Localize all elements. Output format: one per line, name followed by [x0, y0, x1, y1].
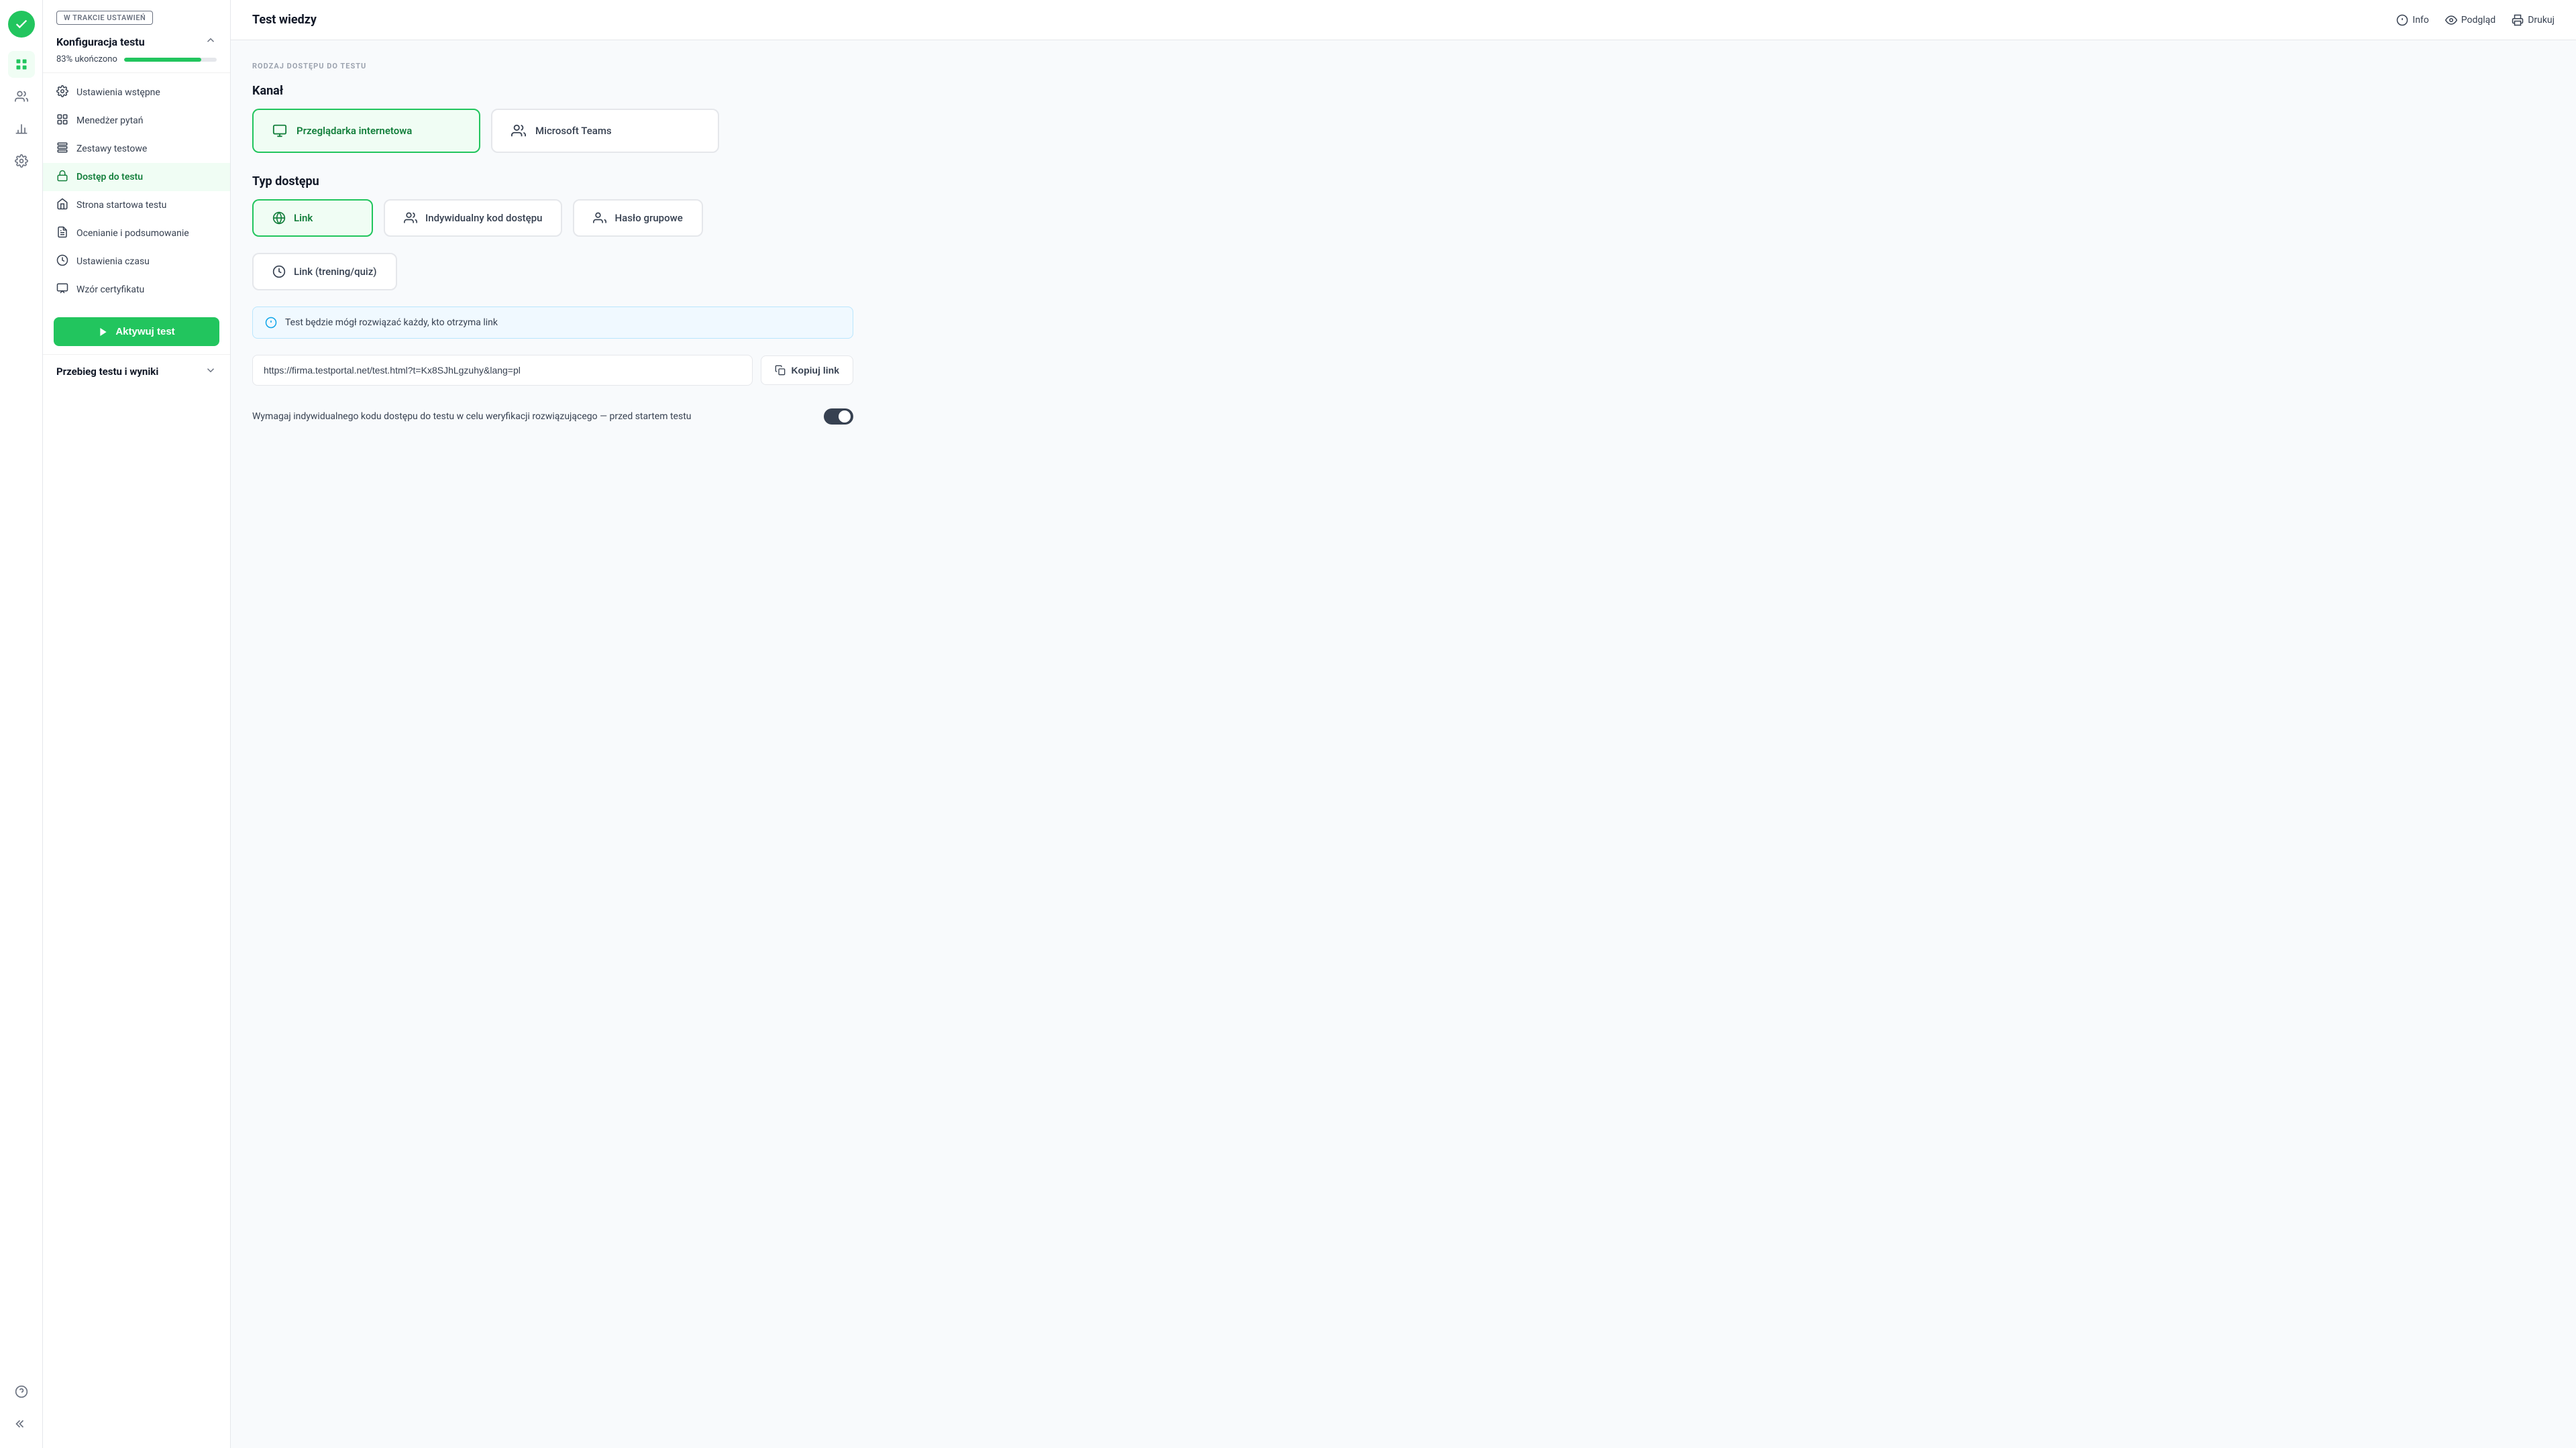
nav-item-label: Wzór certyfikatu [76, 284, 144, 295]
nav-item-menedzer[interactable]: Menedżer pytań [43, 107, 230, 135]
progress-bar-bg [124, 58, 217, 62]
channel-card-teams[interactable]: Microsoft Teams [491, 109, 719, 153]
nav-item-certyfikat[interactable]: Wzór certyfikatu [43, 276, 230, 304]
training-link-icon [272, 265, 286, 278]
certificate-icon [56, 282, 68, 297]
main-content: Test wiedzy Info Podgląd Dr [231, 0, 2576, 1448]
nav-item-dostep[interactable]: Dostęp do testu [43, 163, 230, 191]
nav-item-label: Strona startowa testu [76, 200, 166, 211]
clock-icon [56, 254, 68, 269]
channel-title: Kanał [252, 84, 853, 98]
monitor-icon [272, 123, 287, 138]
config-section-title: Konfiguracja testu [56, 34, 217, 49]
access-link-label: Link [294, 212, 313, 224]
access-individual-label: Indywidualny kod dostępu [425, 212, 542, 224]
app-logo [8, 11, 35, 38]
nav-item-ustawienia[interactable]: Ustawienia wstępne [43, 78, 230, 107]
status-badge: W TRAKCIE USTAWIEŃ [56, 11, 153, 25]
info-message: Test będzie mógł rozwiązać każdy, kto ot… [285, 317, 498, 328]
globe-icon [272, 211, 286, 225]
channel-teams-label: Microsoft Teams [535, 125, 612, 137]
print-action[interactable]: Drukuj [2512, 14, 2555, 26]
copy-icon [775, 365, 786, 376]
nav-item-label: Zestawy testowe [76, 144, 147, 154]
group-password-icon [593, 211, 606, 225]
nav-item-label: Dostęp do testu [76, 172, 143, 182]
toggle-switch[interactable] [824, 408, 853, 425]
info-label: Info [2412, 15, 2428, 25]
nav-item-zestawy[interactable]: Zestawy testowe [43, 135, 230, 163]
lock-icon [56, 170, 68, 184]
channel-browser-label: Przeglądarka internetowa [297, 125, 412, 137]
access-card-link-training[interactable]: Link (trening/quiz) [252, 253, 397, 290]
preview-action[interactable]: Podgląd [2445, 14, 2496, 26]
channel-card-browser[interactable]: Przeglądarka internetowa [252, 109, 480, 153]
content-area: RODZAJ DOSTĘPU DO TESTU Kanał Przeglądar… [231, 40, 875, 455]
page-title: Test wiedzy [252, 13, 317, 27]
teams-icon [511, 123, 526, 138]
copy-button-label: Kopiuj link [791, 365, 839, 376]
icon-sidebar [0, 0, 43, 1448]
access-card-password[interactable]: Hasło grupowe [573, 199, 702, 237]
questions-icon [56, 113, 68, 128]
link-row: Kopiuj link [252, 355, 853, 386]
preview-label: Podgląd [2461, 15, 2496, 25]
access-training-label: Link (trening/quiz) [294, 266, 377, 278]
nav-item-label: Ustawienia wstępne [76, 87, 160, 98]
chevron-down-icon[interactable] [205, 364, 217, 379]
nav-item-label: Ocenianie i podsumowanie [76, 228, 189, 239]
info-box: Test będzie mógł rozwiązać każdy, kto ot… [252, 307, 853, 339]
individual-code-icon [404, 211, 417, 225]
access-card-link[interactable]: Link [252, 199, 373, 237]
info-icon [2396, 14, 2408, 26]
nav-icon-back[interactable] [8, 1410, 35, 1437]
access-cards-row1: Link Indywidualny kod dostępu Hasło grup… [252, 199, 853, 237]
top-bar-actions: Info Podgląd Drukuj [2396, 14, 2555, 26]
progress-bar-fill [124, 58, 201, 62]
nav-item-strona[interactable]: Strona startowa testu [43, 191, 230, 219]
results-section-title: Przebieg testu i wyniki [56, 366, 158, 378]
print-icon [2512, 14, 2524, 26]
home-icon [56, 198, 68, 213]
access-password-label: Hasło grupowe [614, 212, 682, 224]
progress-label: 83% ukończono [56, 54, 117, 64]
nav-icon-users[interactable] [8, 83, 35, 110]
channel-cards: Przeglądarka internetowa Microsoft Teams [252, 109, 853, 153]
nav-icon-chart[interactable] [8, 115, 35, 142]
settings-icon [56, 85, 68, 100]
nav-item-ocenianie[interactable]: Ocenianie i podsumowanie [43, 219, 230, 247]
info-action[interactable]: Info [2396, 14, 2428, 26]
top-bar: Test wiedzy Info Podgląd Dr [231, 0, 2576, 40]
nav-items: Ustawienia wstępne Menedżer pytań Zestaw… [43, 73, 230, 309]
grade-icon [56, 226, 68, 241]
link-input[interactable] [252, 355, 753, 386]
info-circle-icon [265, 317, 277, 329]
nav-icon-settings[interactable] [8, 148, 35, 174]
eye-icon [2445, 14, 2457, 26]
copy-link-button[interactable]: Kopiuj link [761, 355, 853, 385]
access-cards-row2: Link (trening/quiz) [252, 253, 853, 290]
print-label: Drukuj [2528, 15, 2555, 25]
nav-item-label: Menedżer pytań [76, 115, 144, 126]
access-type-title: Typ dostępu [252, 174, 853, 188]
nav-icon-grid[interactable] [8, 51, 35, 78]
progress-row: 83% ukończono [56, 54, 217, 64]
toggle-label: Wymagaj indywidualnego kodu dostępu do t… [252, 411, 692, 422]
activate-button[interactable]: Aktywuj test [54, 317, 219, 346]
nav-icon-help[interactable] [8, 1378, 35, 1405]
results-section-header[interactable]: Przebieg testu i wyniki [43, 354, 230, 388]
chevron-up-icon[interactable] [205, 34, 217, 49]
nav-item-label: Ustawienia czasu [76, 256, 150, 267]
access-card-individual[interactable]: Indywidualny kod dostępu [384, 199, 562, 237]
sidebar-header: W TRAKCIE USTAWIEŃ Konfiguracja testu 83… [43, 0, 230, 73]
config-sidebar: W TRAKCIE USTAWIEŃ Konfiguracja testu 83… [43, 0, 231, 1448]
section-label: RODZAJ DOSTĘPU DO TESTU [252, 62, 853, 70]
sets-icon [56, 142, 68, 156]
nav-item-czas[interactable]: Ustawienia czasu [43, 247, 230, 276]
toggle-row: Wymagaj indywidualnego kodu dostępu do t… [252, 399, 853, 434]
